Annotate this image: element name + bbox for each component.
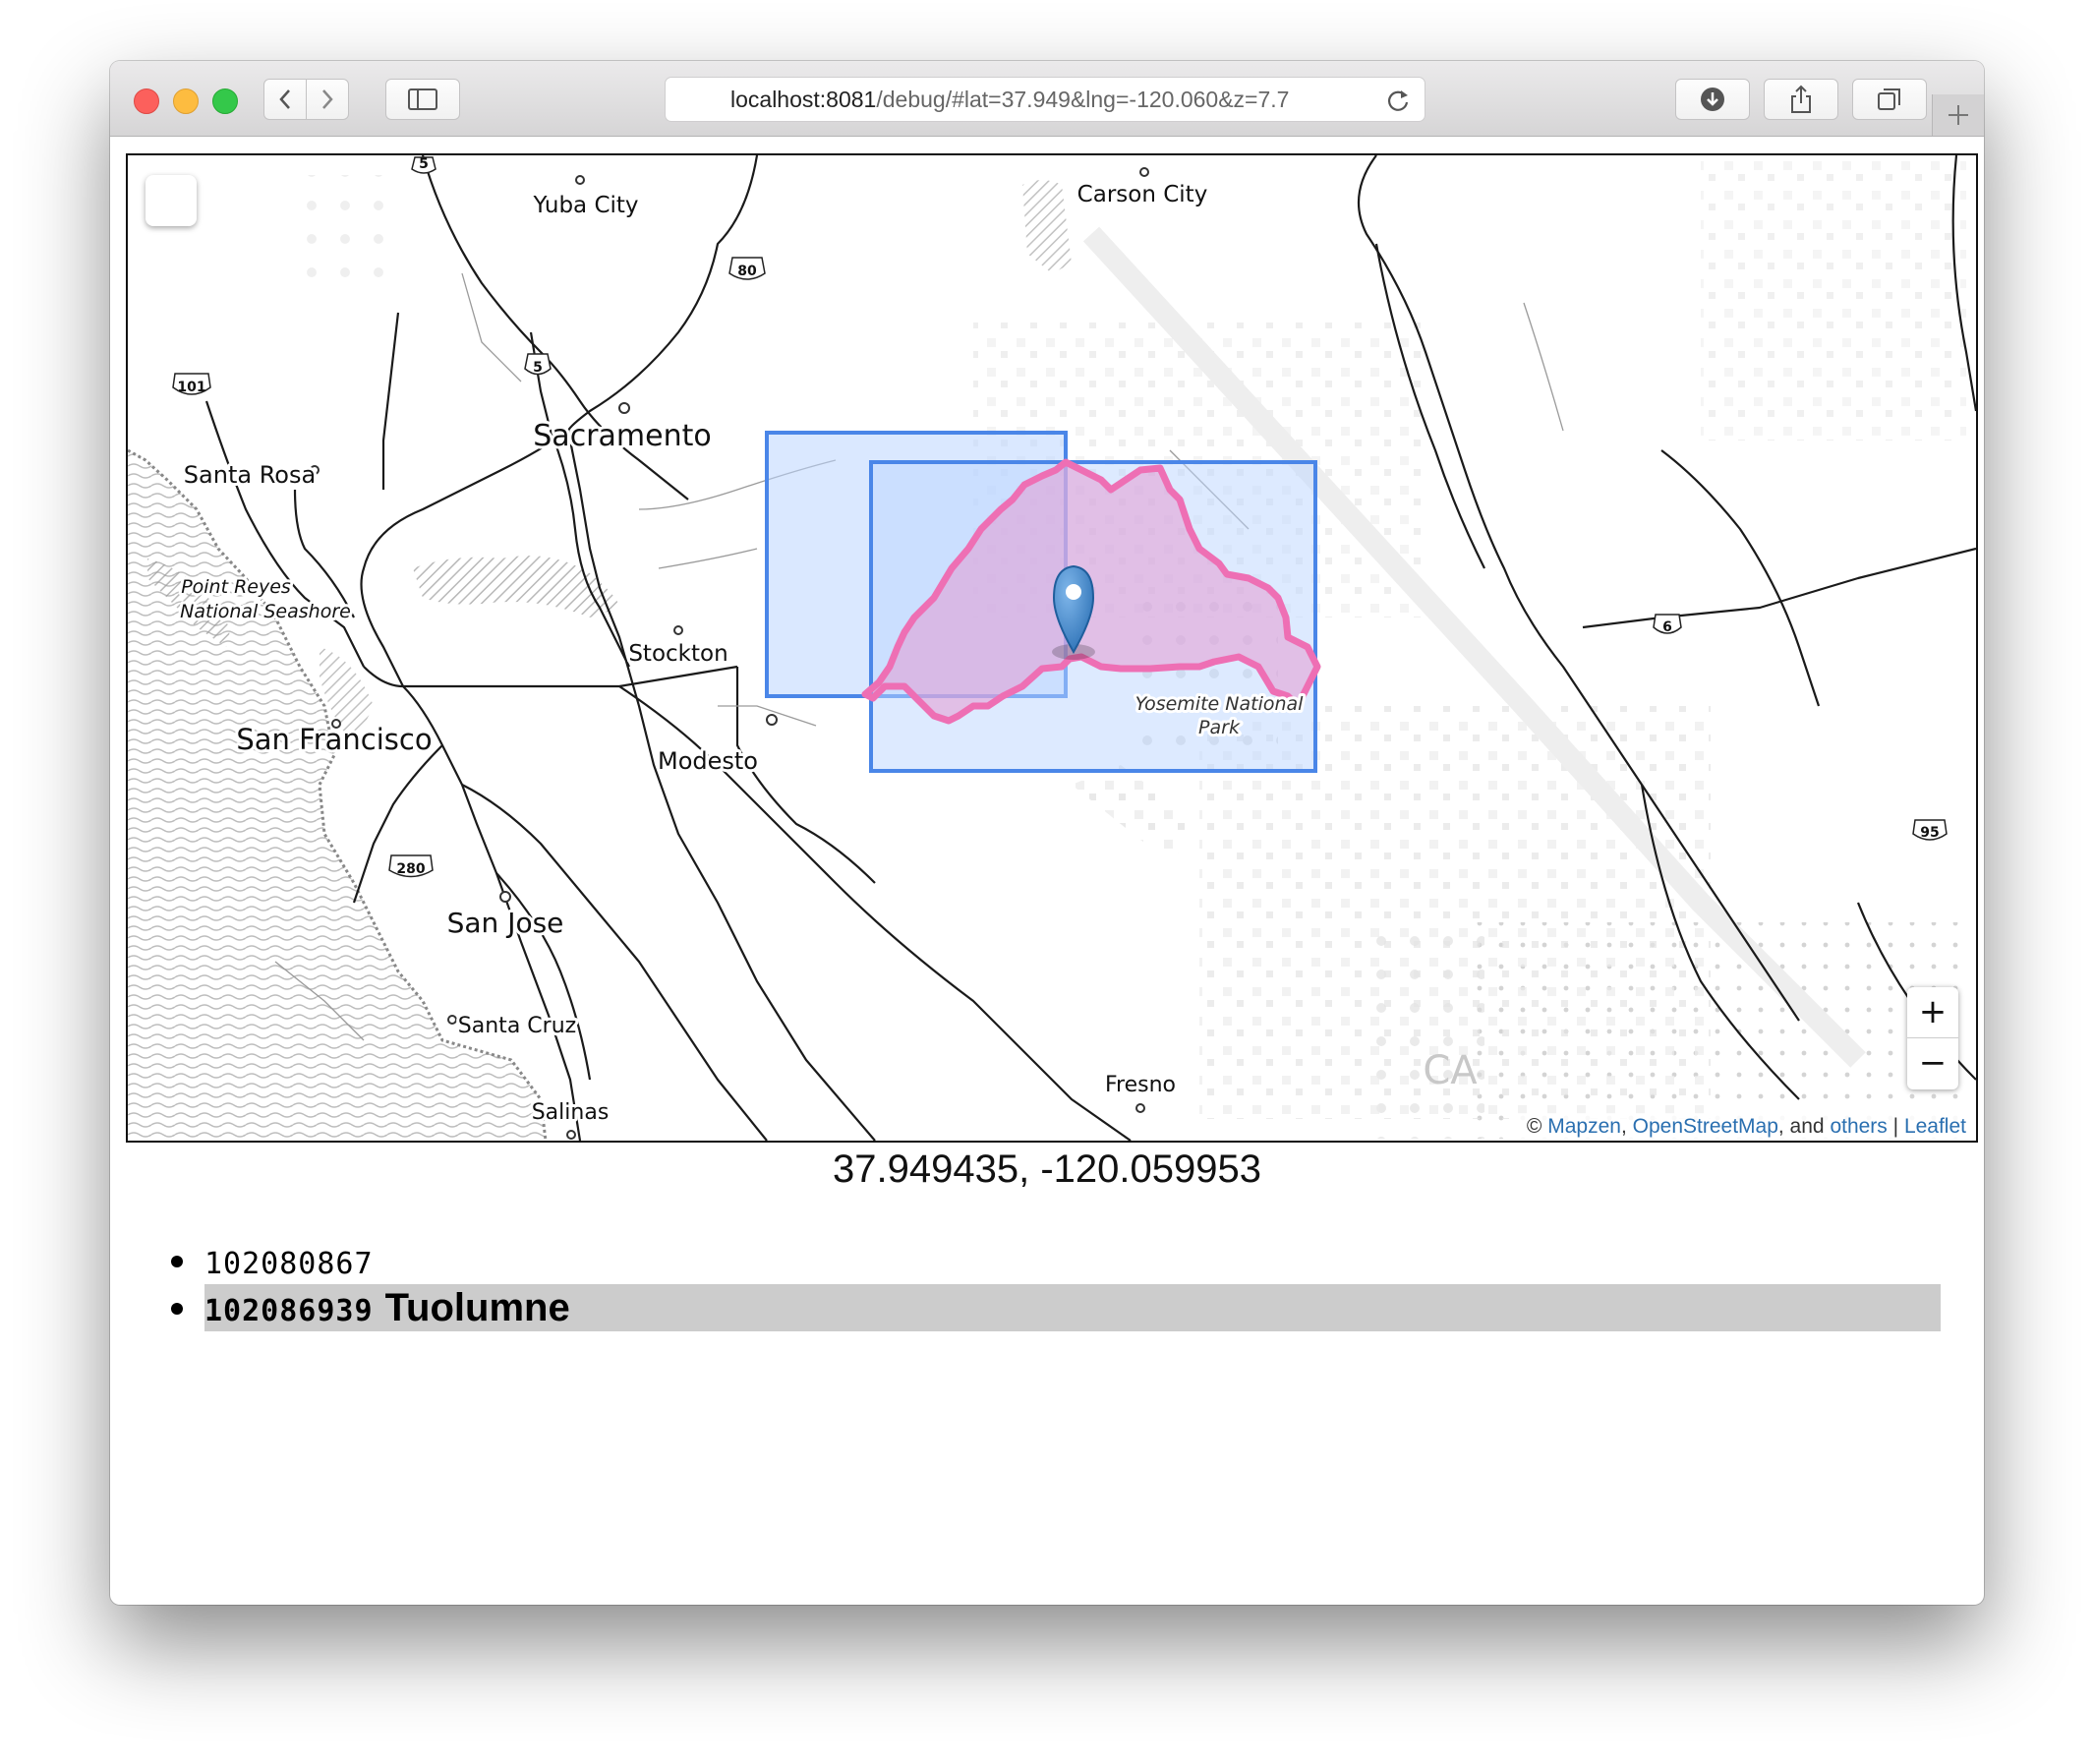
result-item[interactable]: 102080867: [159, 1237, 1941, 1284]
shield-i80: 80: [737, 264, 757, 279]
close-window-button[interactable]: [134, 88, 159, 114]
leaflet-link[interactable]: Leaflet: [1904, 1115, 1966, 1138]
forward-icon: [322, 89, 333, 109]
label-santa-rosa: Santa Rosa: [184, 461, 316, 489]
browser-toolbar: localhost:8081/debug/#lat=37.949&lng=-12…: [110, 61, 1984, 137]
label-san-jose: San Jose: [447, 907, 564, 939]
share-icon: [1791, 85, 1811, 113]
plus-icon: [1949, 105, 1968, 125]
label-fresno: Fresno: [1105, 1073, 1176, 1097]
label-salinas: Salinas: [532, 1100, 610, 1125]
reload-icon[interactable]: [1385, 88, 1411, 113]
label-yuba-city: Yuba City: [532, 193, 638, 218]
share-button[interactable]: [1764, 79, 1838, 120]
shield-us6: 6: [1662, 619, 1672, 635]
label-santa-cruz: Santa Cruz: [458, 1014, 576, 1038]
minimize-window-button[interactable]: [173, 88, 199, 114]
label-point-reyes-2: National Seashore: [180, 601, 351, 622]
others-link[interactable]: others: [1830, 1115, 1887, 1138]
label-point-reyes: Point Reyes: [181, 576, 291, 598]
downloads-button[interactable]: [1675, 79, 1750, 120]
zoom-control: + −: [1907, 987, 1958, 1089]
layer-control-button[interactable]: [145, 175, 197, 226]
attribution-sep: ,: [1620, 1115, 1633, 1138]
shield-i5: 5: [533, 360, 543, 376]
address-bar[interactable]: localhost:8081/debug/#lat=37.949&lng=-12…: [665, 77, 1425, 122]
download-icon: [1701, 88, 1724, 111]
label-yosemite-2: Park: [1198, 717, 1241, 738]
tabs-icon: [1878, 88, 1900, 110]
shield-us95: 95: [1920, 825, 1939, 841]
url-path: /debug/#lat=37.949&lng=-120.060&z=7.7: [876, 87, 1290, 112]
label-state: CA: [1423, 1048, 1478, 1093]
coordinates-readout: 37.949435, -120.059953: [833, 1147, 1261, 1191]
label-stockton: Stockton: [628, 641, 727, 667]
map[interactable]: 5 80 5 101 6 280 95 Yuba City Carson Cit…: [126, 153, 1978, 1143]
url-host: localhost:8081: [730, 87, 877, 112]
label-modesto: Modesto: [658, 747, 758, 775]
forward-button[interactable]: [306, 79, 349, 120]
zoom-window-button[interactable]: [212, 88, 238, 114]
label-carson-city: Carson City: [1077, 182, 1208, 207]
attribution-pipe: |: [1887, 1115, 1904, 1138]
openstreetmap-link[interactable]: OpenStreetMap: [1633, 1115, 1778, 1138]
new-tab-button[interactable]: [1932, 94, 1984, 136]
sidebar-icon: [408, 88, 437, 110]
shield-i280: 280: [396, 861, 425, 877]
attribution-and: , and: [1777, 1115, 1831, 1138]
browser-window: localhost:8081/debug/#lat=37.949&lng=-12…: [110, 61, 1984, 1605]
result-name: Tuolumne: [384, 1286, 570, 1329]
map-attribution: © Mapzen, OpenStreetMap, and others | Le…: [1516, 1113, 1976, 1141]
map-tiles: 5 80 5 101 6 280 95 Yuba City Carson Cit…: [128, 155, 1976, 1141]
mapzen-link[interactable]: Mapzen: [1547, 1115, 1621, 1138]
results-list: 102080867 102086939 Tuolumne: [159, 1237, 1941, 1331]
result-id: 102086939: [204, 1294, 374, 1328]
label-yosemite: Yosemite National: [1135, 693, 1305, 715]
label-sacramento: Sacramento: [533, 419, 711, 453]
tabs-overview-button[interactable]: [1852, 79, 1927, 120]
result-id: 102080867: [204, 1247, 374, 1281]
back-icon: [279, 89, 290, 109]
zoom-in-button[interactable]: +: [1907, 987, 1958, 1038]
shield-i5-top: 5: [419, 156, 429, 172]
back-button[interactable]: [263, 79, 307, 120]
zoom-out-button[interactable]: −: [1907, 1038, 1958, 1088]
result-item-selected[interactable]: 102086939 Tuolumne: [159, 1284, 1941, 1331]
shield-us101: 101: [177, 380, 205, 395]
attribution-prefix: ©: [1526, 1115, 1548, 1138]
sidebar-button[interactable]: [385, 79, 460, 120]
label-san-francisco: San Francisco: [236, 723, 432, 756]
